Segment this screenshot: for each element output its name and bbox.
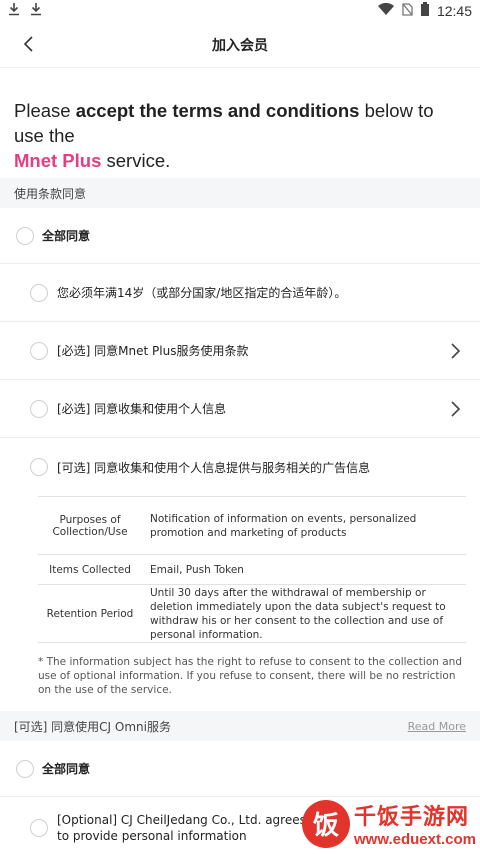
- download-icon: [8, 2, 20, 20]
- chevron-right-icon[interactable]: [448, 342, 462, 360]
- table-cell: Notification of information on events, p…: [150, 512, 417, 539]
- term-service-label: [必选] 同意Mnet Plus服务使用条款: [57, 344, 249, 358]
- term-privacy-row[interactable]: [必选] 同意收集和使用个人信息: [0, 380, 480, 438]
- table-row: Retention Period Until 30 days after the…: [38, 585, 466, 643]
- chevron-left-icon: [23, 36, 33, 52]
- term-privacy-label: [必选] 同意收集和使用个人信息: [57, 402, 227, 416]
- cj-agree-all-row[interactable]: 全部同意: [0, 741, 480, 797]
- cj-section-header: [可选] 同意使用CJ Omni服务 Read More: [0, 711, 480, 741]
- intro-bold: accept the terms and conditions: [75, 100, 360, 121]
- agree-all-radio[interactable]: [16, 226, 34, 245]
- intro-prefix: Please: [14, 100, 76, 121]
- app-header: 加入会员: [0, 22, 480, 68]
- status-bar: 12:45: [0, 0, 480, 22]
- table-row: Items Collected Email, Push Token: [38, 555, 466, 585]
- chevron-right-icon[interactable]: [448, 400, 462, 418]
- term-service-radio[interactable]: [30, 341, 48, 360]
- section-title: 使用条款同意: [14, 186, 87, 201]
- wifi-icon: [377, 2, 394, 19]
- cj-agree-all-radio[interactable]: [16, 759, 34, 778]
- read-more-link[interactable]: Read More: [408, 720, 466, 733]
- cj-agree-all-label: 全部同意: [42, 762, 91, 776]
- no-sim-icon: [402, 2, 413, 20]
- status-time: 12:45: [436, 3, 472, 19]
- term-privacy-radio[interactable]: [30, 399, 48, 418]
- notice-text: * The information subject has the right …: [38, 656, 462, 696]
- table-row: Purposes of Collection/Use Notification …: [38, 497, 466, 555]
- intro-text: Please accept the terms and conditions b…: [0, 68, 480, 178]
- page-title: 加入会员: [212, 37, 268, 54]
- download-icon: [30, 2, 42, 20]
- watermark: 饭 千饭手游网 www.eduext.com: [302, 799, 476, 848]
- agree-all-label: 全部同意: [42, 229, 91, 243]
- back-button[interactable]: [14, 30, 42, 58]
- optional-ads-block: [可选] 同意收集和使用个人信息提供与服务相关的广告信息 Purposes of…: [0, 438, 480, 711]
- agree-all-row[interactable]: 全部同意: [0, 208, 480, 264]
- table-head: Items Collected: [49, 563, 131, 576]
- cj-item-label: [Optional] CJ CheilJedang Co., Ltd. agre…: [57, 813, 306, 843]
- watermark-url: www.eduext.com: [354, 831, 476, 848]
- table-head: Retention Period: [46, 607, 134, 620]
- table-head: Purposes of Collection/Use: [52, 513, 128, 538]
- section-title: [可选] 同意使用CJ Omni服务: [14, 719, 171, 734]
- battery-icon: [420, 2, 429, 20]
- cj-item-radio[interactable]: [30, 819, 48, 837]
- info-table: Purposes of Collection/Use Notification …: [38, 496, 466, 643]
- term-service-row[interactable]: [必选] 同意Mnet Plus服务使用条款: [0, 322, 480, 380]
- term-ads-row[interactable]: [可选] 同意收集和使用个人信息提供与服务相关的广告信息: [0, 438, 480, 496]
- intro-end: service.: [101, 150, 171, 171]
- term-ads-radio[interactable]: [30, 458, 48, 476]
- table-cell: Email, Push Token: [150, 563, 244, 576]
- terms-section-header: 使用条款同意: [0, 178, 480, 208]
- term-ads-label: [可选] 同意收集和使用个人信息提供与服务相关的广告信息: [57, 460, 371, 475]
- table-cell: Until 30 days after the withdrawal of me…: [150, 586, 446, 641]
- brand-name: Mnet Plus: [14, 150, 102, 171]
- term-age-radio[interactable]: [30, 283, 48, 302]
- watermark-name: 千饭手游网: [354, 805, 470, 830]
- term-age-label: 您必须年满14岁（或部分国家/地区指定的合适年龄）。: [57, 286, 347, 300]
- term-age-row[interactable]: 您必须年满14岁（或部分国家/地区指定的合适年龄）。: [0, 264, 480, 322]
- watermark-logo: 饭: [302, 799, 351, 848]
